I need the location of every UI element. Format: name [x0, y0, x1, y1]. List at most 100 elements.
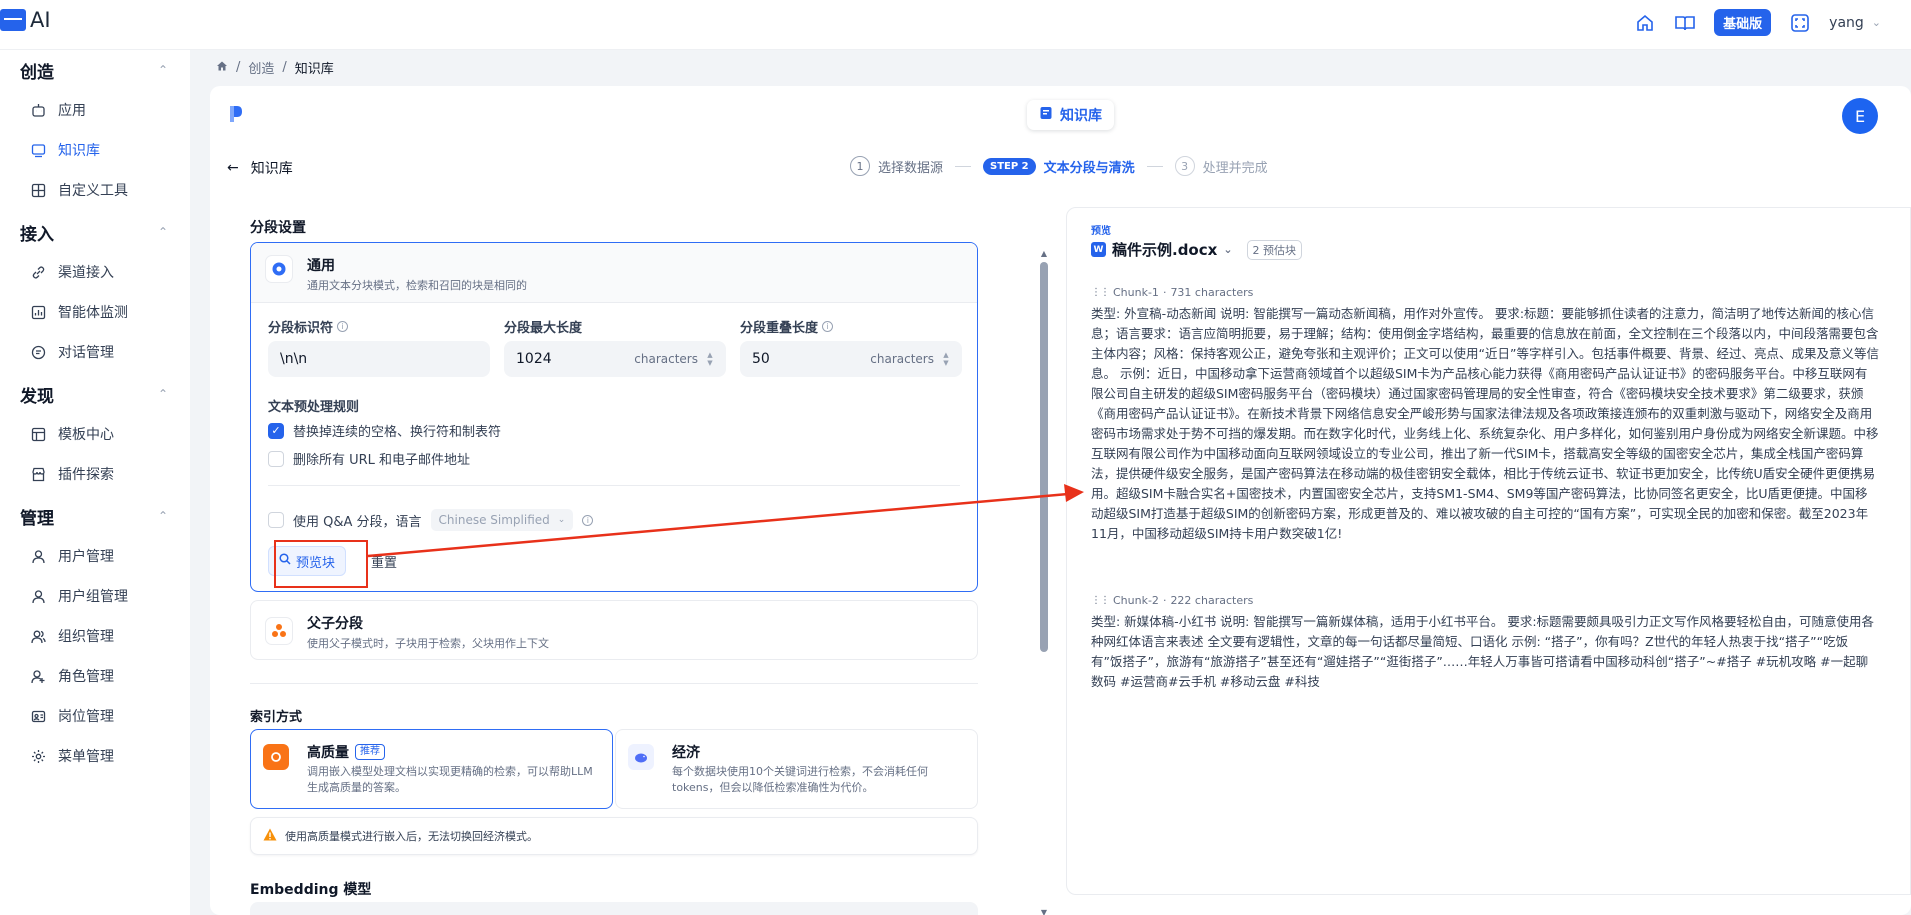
- mode-description: 通用文本分块模式，检索和召回的块是相同的: [307, 279, 527, 292]
- checkbox-icon[interactable]: [268, 450, 284, 467]
- max-length-input[interactable]: 1024 characters ▲ ▼: [504, 341, 726, 377]
- piggy-bank-icon: [628, 744, 654, 770]
- scroll-down-arrow-icon[interactable]: ▼: [1039, 908, 1049, 915]
- sidebar-item-orgs[interactable]: 组织管理: [0, 616, 190, 656]
- sidebar-item-user-groups[interactable]: 用户组管理: [0, 576, 190, 616]
- arrow-left-icon: ←: [227, 160, 239, 176]
- sidebar-item-roles[interactable]: 角色管理: [0, 656, 190, 696]
- brand-logo-icon: [230, 106, 242, 122]
- parent-child-icon: [265, 617, 293, 645]
- overlap-input[interactable]: 50 characters ▲ ▼: [740, 341, 962, 377]
- segment-settings-title: 分段设置: [250, 220, 306, 236]
- main-area: / 创造 / 知识库 知识库 E ← 知识库 1 选择数据源 STEP 2 文本…: [190, 50, 1911, 915]
- stepper-arrows-icon[interactable]: ▲ ▼: [706, 351, 714, 367]
- scrollbar[interactable]: ▲ ▼: [1039, 249, 1049, 915]
- sidebar-item-conversations[interactable]: 对话管理: [0, 332, 190, 372]
- chevron-up-icon[interactable]: ⌃: [158, 63, 168, 77]
- chevron-up-icon[interactable]: ⌃: [158, 225, 168, 239]
- sidebar-item-monitor[interactable]: 智能体监测: [0, 292, 190, 332]
- monitor-icon: [30, 142, 46, 158]
- embedding-model-select[interactable]: [250, 902, 978, 915]
- home-icon[interactable]: [216, 60, 228, 76]
- user-group-icon: [30, 588, 46, 604]
- step-2-badge: STEP 2: [983, 157, 1036, 175]
- index-high-quality-card[interactable]: 高质量 推荐 调用嵌入模型处理文档以实现更精确的检索，可以帮助LLM生成高质量的…: [250, 729, 613, 809]
- info-icon[interactable]: i: [582, 514, 594, 526]
- sidebar-section-access[interactable]: 接入 ⌃: [0, 212, 190, 252]
- stepper-arrows-icon[interactable]: ▲ ▼: [942, 351, 950, 367]
- briefcase-icon: [0, 9, 26, 31]
- sidebar-item-plugins[interactable]: 插件探索: [0, 454, 190, 494]
- plan-badge[interactable]: 基础版: [1714, 9, 1772, 36]
- sidebar-section-manage[interactable]: 管理 ⌃: [0, 496, 190, 536]
- sidebar-item-knowledge[interactable]: 知识库: [0, 130, 190, 170]
- book-icon: [1039, 106, 1053, 124]
- chat-icon: [30, 344, 46, 360]
- language-select[interactable]: Chinese Simplified ⌄: [430, 509, 574, 531]
- sidebar-item-templates[interactable]: 模板中心: [0, 414, 190, 454]
- breadcrumb-create[interactable]: 创造: [248, 58, 274, 77]
- stepper: 1 选择数据源 STEP 2 文本分段与清洗 3 处理并完成: [850, 156, 1268, 176]
- sidebar-item-channels[interactable]: 渠道接入: [0, 252, 190, 292]
- grip-icon: ⋮⋮: [1091, 595, 1110, 606]
- gear-icon: [265, 255, 293, 283]
- knowledge-pill[interactable]: 知识库: [1027, 100, 1114, 130]
- sidebar-item-users[interactable]: 用户管理: [0, 536, 190, 576]
- avatar[interactable]: E: [1842, 98, 1878, 134]
- index-economy-card[interactable]: 经济 每个数据块使用10个关键词进行检索，不会消耗任何 tokens，但会以降低…: [615, 729, 978, 809]
- rule-remove-urls[interactable]: 删除所有 URL 和电子邮件地址: [268, 449, 470, 468]
- sidebar-item-posts[interactable]: 岗位管理: [0, 696, 190, 736]
- preview-label: 预览: [1091, 226, 1111, 237]
- user-menu[interactable]: yang: [1829, 15, 1864, 31]
- breadcrumb: / 创造 / 知识库: [216, 58, 334, 77]
- chevron-down-icon[interactable]: ⌄: [1872, 16, 1881, 29]
- info-icon[interactable]: i: [822, 321, 834, 332]
- qa-segment-option[interactable]: 使用 Q&A 分段，语言 Chinese Simplified ⌄ i: [268, 509, 594, 531]
- checkbox-icon[interactable]: [268, 512, 284, 528]
- high-quality-title: 高质量 推荐: [307, 742, 385, 762]
- settings-icon: [30, 748, 46, 764]
- parent-child-mode-card[interactable]: 父子分段 使用父子模式时，子块用于检索，父块用作上下文: [250, 600, 978, 660]
- divider: [268, 485, 960, 486]
- chunk-count-badge: 2 预估块: [1246, 239, 1303, 260]
- economy-description: 每个数据块使用10个关键词进行检索，不会消耗任何 tokens，但会以降低检索准…: [672, 765, 928, 794]
- fullscreen-icon[interactable]: [1789, 12, 1811, 34]
- scroll-up-arrow-icon[interactable]: ▲: [1039, 249, 1049, 258]
- sidebar-item-apps[interactable]: 应用: [0, 90, 190, 130]
- chunk-1-text: 类型: 外宣稿-动态新闻 说明: 智能撰写一篇动态新闻稿，用作对外宣传。 要求:…: [1091, 306, 1879, 541]
- delimiter-input[interactable]: \n\n: [268, 341, 490, 377]
- document-icon: W: [1091, 242, 1106, 257]
- org-icon: [30, 628, 46, 644]
- step-3-number: 3: [1174, 156, 1195, 176]
- grip-icon: ⋮⋮: [1091, 287, 1110, 298]
- tool-icon: [30, 182, 46, 198]
- step-3-label: 处理并完成: [1202, 160, 1268, 176]
- home-icon[interactable]: [1634, 12, 1656, 34]
- store-icon: [30, 466, 46, 482]
- reset-button[interactable]: 重置: [371, 546, 397, 576]
- rule-whitespace[interactable]: ✓ 替换掉连续的空格、换行符和制表符: [268, 421, 501, 440]
- step-2-label: 文本分段与清洗: [1043, 160, 1135, 176]
- top-bar: AI 基础版 yang ⌄: [0, 0, 1911, 50]
- sidebar-item-tools[interactable]: 自定义工具: [0, 170, 190, 210]
- scrollbar-thumb[interactable]: [1040, 262, 1048, 652]
- chevron-up-icon[interactable]: ⌃: [158, 509, 168, 523]
- preview-file-select[interactable]: W 稿件示例.docx ⌄ 2 预估块: [1091, 239, 1303, 260]
- index-mode-title: 索引方式: [250, 710, 303, 725]
- sidebar-item-menus[interactable]: 菜单管理: [0, 736, 190, 776]
- delimiter-label: 分段标识符 i: [268, 317, 349, 336]
- step-1-label: 选择数据源: [878, 160, 944, 176]
- recommended-badge: 推荐: [355, 744, 385, 760]
- mode-title: 通用: [307, 258, 335, 274]
- chevron-up-icon[interactable]: ⌃: [158, 387, 168, 401]
- back-button[interactable]: ← 知识库: [227, 158, 293, 178]
- sidebar-section-discover[interactable]: 发现 ⌃: [0, 374, 190, 414]
- app-logo[interactable]: AI: [0, 8, 51, 32]
- book-icon[interactable]: [1674, 12, 1696, 34]
- sidebar: 创造 ⌃ 应用 知识库 自定义工具 接入 ⌃ 渠道接入 智能体监测 对话管理 发…: [0, 50, 190, 915]
- checkbox-checked-icon[interactable]: ✓: [268, 422, 284, 439]
- sidebar-section-create[interactable]: 创造 ⌃: [0, 50, 190, 90]
- info-icon[interactable]: i: [337, 321, 349, 332]
- general-mode-header: 通用 通用文本分块模式，检索和召回的块是相同的: [251, 243, 977, 303]
- chunk-2-text: 类型: 新媒体稿-小红书 说明: 智能撰写一篇新媒体稿，适用于小红书平台。 要求…: [1091, 614, 1875, 689]
